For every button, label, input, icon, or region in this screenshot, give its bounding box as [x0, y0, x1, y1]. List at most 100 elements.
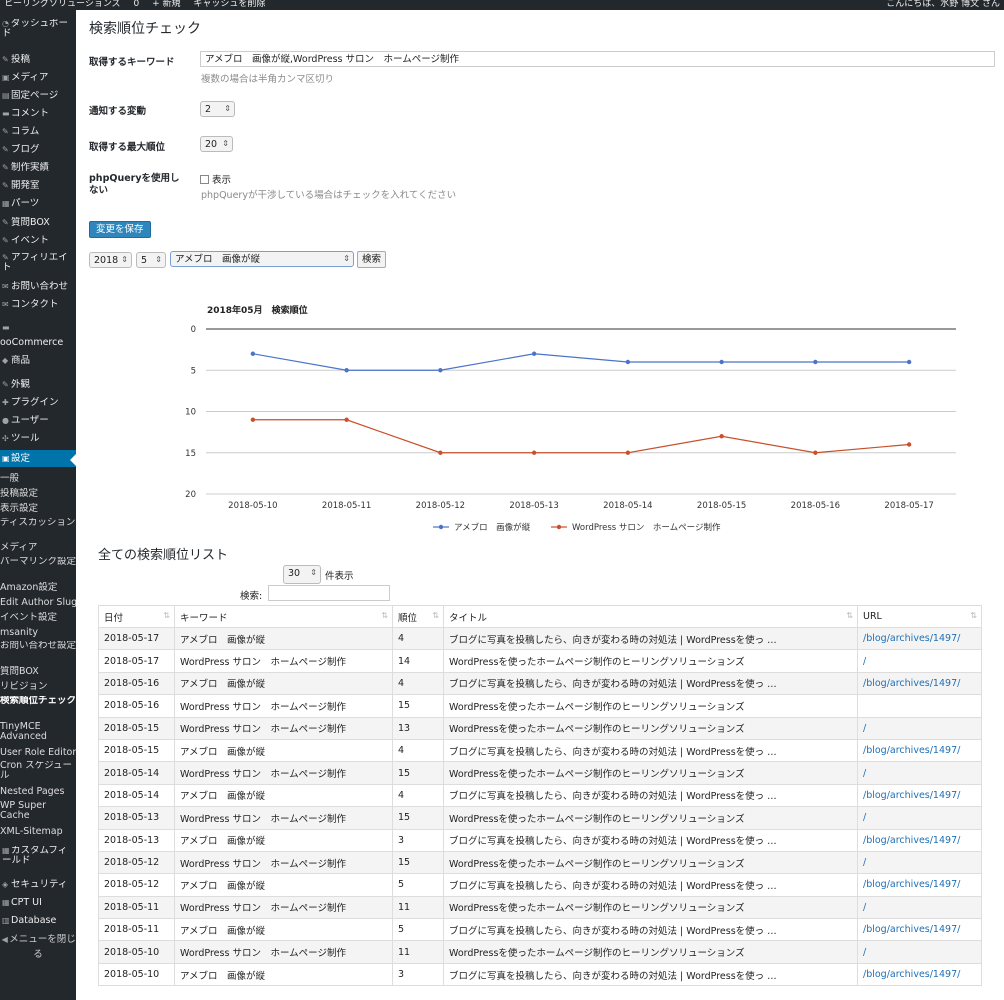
cell-url-link[interactable] [857, 694, 982, 718]
submenu-item-question-box[interactable]: 質問BOX [0, 666, 76, 677]
data-point[interactable] [250, 351, 256, 356]
keyword-input[interactable]: アメブロ 画像が縦,WordPress サロン ホームページ制作 [200, 51, 995, 67]
sidebar-item-media[interactable]: ▣メディア [0, 72, 76, 83]
data-point[interactable] [719, 359, 724, 365]
data-point[interactable] [625, 359, 631, 365]
cell-url-link[interactable]: / [857, 940, 982, 964]
submenu-item-nested-pages[interactable]: Nested Pages [0, 786, 76, 797]
sidebar-item-posts[interactable]: ✎ 投稿 [0, 54, 76, 65]
data-point[interactable] [438, 450, 443, 455]
page-length-select[interactable]: 30 ⇕ [283, 565, 321, 584]
account-greeting[interactable]: こんにちは、水野 博文 さん [886, 0, 1000, 9]
submenu-item-general[interactable]: 一般 [0, 473, 76, 484]
keyword-select[interactable]: アメブロ 画像が縦 ⇕ [170, 251, 354, 267]
data-point[interactable] [531, 351, 537, 356]
sidebar-item-custom-fields[interactable]: ▦カスタムフィールド [0, 846, 76, 866]
data-point[interactable] [813, 450, 818, 455]
column-header-date[interactable]: 日付 ⇅ [98, 605, 175, 628]
cell-url-link[interactable]: / [857, 716, 982, 740]
submenu-item-discussion[interactable]: ディスカッション [0, 518, 76, 528]
collapse-menu-button[interactable]: ◀メニューを閉じる [0, 932, 76, 962]
data-point[interactable] [250, 417, 256, 422]
submenu-item-reading[interactable]: 表示設定 [0, 503, 76, 514]
sidebar-item-comments[interactable]: ▬コメント [0, 108, 76, 119]
year-select[interactable]: 2018 ⇕ [89, 252, 132, 268]
submenu-item-wp-super-cache[interactable]: WP Super Cache [0, 801, 76, 821]
sidebar-item-contact[interactable]: ✉ コンタクト [0, 299, 76, 310]
sidebar-item-plugins[interactable]: ✚ プラグイン [0, 397, 76, 408]
comments-link[interactable]: 0 [134, 0, 140, 9]
site-name-link[interactable]: ヒーリングソリューションズ [4, 0, 121, 9]
column-header-rank[interactable]: 順位 ⇅ [392, 605, 444, 628]
data-point[interactable] [344, 368, 349, 373]
submenu-item-event-settings[interactable]: イベント設定 [0, 612, 76, 623]
sidebar-item-parts[interactable]: ▦パーツ [0, 198, 76, 209]
list-search-input[interactable] [268, 585, 390, 601]
sidebar-item-event[interactable]: ✎ イベント [0, 235, 76, 246]
submenu-item-media[interactable]: メディア [0, 542, 76, 553]
cell-url-link[interactable]: /blog/archives/1497/ [857, 918, 982, 942]
sidebar-item-appearance[interactable]: ✎ 外観 [0, 379, 76, 390]
cell-url-link[interactable]: / [857, 761, 982, 785]
sidebar-item-pages[interactable]: ▤固定ページ [0, 90, 76, 101]
cell-url-link[interactable]: / [857, 649, 982, 673]
sidebar-item-settings[interactable]: ▣設定 [0, 450, 76, 467]
cell-url-link[interactable]: /blog/archives/1497/ [857, 828, 982, 852]
sidebar-item-cpt-ui[interactable]: ▦CPT UI [0, 897, 76, 908]
cell-url-link[interactable]: /blog/archives/1497/ [857, 783, 982, 808]
phpquery-checkbox[interactable] [200, 175, 209, 184]
submenu-item-writing[interactable]: 投稿設定 [0, 488, 76, 499]
sidebar-item-woocommerce[interactable]: ooCommerce [0, 337, 76, 348]
sidebar-item-users[interactable]: ● ユーザー [0, 415, 76, 426]
submenu-item-cron[interactable]: Cron スケジュール [0, 761, 76, 781]
cell-url-link[interactable]: /blog/archives/1497/ [857, 738, 982, 763]
cell-url-link[interactable]: / [857, 895, 982, 920]
sidebar-item-blog[interactable]: ✎ ブログ [0, 144, 76, 155]
sidebar-item-security[interactable]: ◈ セキュリティ [0, 879, 76, 890]
data-point[interactable] [344, 417, 349, 422]
cell-url-link[interactable]: /blog/archives/1497/ [857, 873, 982, 897]
submenu-item-rank-check[interactable]: 検索順位チェック [0, 696, 76, 706]
sidebar-item-lab[interactable]: ✎ 開発室 [0, 180, 76, 191]
sidebar-item-affiliate[interactable]: ✎ アフィリエイト [0, 253, 76, 273]
data-point[interactable] [906, 442, 912, 447]
submenu-item-imsanity[interactable]: msanity [0, 627, 76, 638]
save-changes-button[interactable]: 変更を保存 [89, 221, 151, 238]
cell-url-link[interactable]: / [857, 850, 982, 875]
data-point[interactable] [531, 450, 537, 455]
sidebar-item-column[interactable]: ✎ コラム [0, 126, 76, 137]
search-button[interactable]: 検索 [357, 251, 387, 268]
clear-cache-link[interactable]: キャッシュを削除 [193, 0, 265, 9]
sidebar-item-question-box[interactable]: ✎ 質問BOX [0, 217, 76, 228]
submenu-item-xml-sitemap[interactable]: XML-Sitemap [0, 826, 76, 837]
phpquery-checkbox-row[interactable]: 表示 [200, 172, 231, 186]
cell-url-link[interactable]: /blog/archives/1497/ [857, 671, 982, 696]
submenu-item-user-role-editor[interactable]: User Role Editor [0, 747, 76, 758]
column-header-url[interactable]: URL ⇅ [857, 605, 982, 628]
notify-stepper[interactable]: 2 ⇕ [200, 101, 235, 117]
data-point[interactable] [625, 450, 631, 455]
submenu-item-tinymce[interactable]: TinyMCE Advanced [0, 722, 76, 742]
cell-url-link[interactable]: /blog/archives/1497/ [857, 626, 982, 651]
column-header-title[interactable]: タイトル ⇅ [443, 605, 858, 628]
sidebar-item-works[interactable]: ✎ 制作実績 [0, 162, 76, 173]
submenu-item-inquiry-settings[interactable]: お問い合わせ設定 [0, 641, 76, 651]
data-point[interactable] [438, 368, 443, 373]
sidebar-item-tools[interactable]: ✣ ツール [0, 433, 76, 444]
submenu-item-revision[interactable]: リビジョン [0, 681, 76, 692]
sidebar-item-inquiry[interactable]: ✉ お問い合わせ [0, 281, 76, 292]
data-point[interactable] [813, 359, 818, 365]
new-content-link[interactable]: + 新規 [152, 0, 180, 9]
sidebar-item-products[interactable]: ◆ 商品 [0, 355, 76, 366]
month-select[interactable]: 5 ⇕ [136, 252, 166, 268]
sidebar-item-dashboard[interactable]: ◔ ダッシュボード [0, 19, 76, 39]
data-point[interactable] [906, 359, 912, 365]
sidebar-item-database[interactable]: ▥Database [0, 915, 76, 926]
max-rank-select[interactable]: 20 ⇕ [200, 136, 233, 152]
cell-url-link[interactable]: /blog/archives/1497/ [857, 962, 982, 987]
column-header-keyword[interactable]: キーワード ⇅ [174, 605, 393, 628]
submenu-item-amazon[interactable]: Amazon設定 [0, 582, 76, 593]
submenu-item-permalink[interactable]: パーマリンク設定 [0, 557, 76, 567]
data-point[interactable] [719, 434, 724, 439]
submenu-item-edit-author-slug[interactable]: Edit Author Slug [0, 597, 76, 608]
